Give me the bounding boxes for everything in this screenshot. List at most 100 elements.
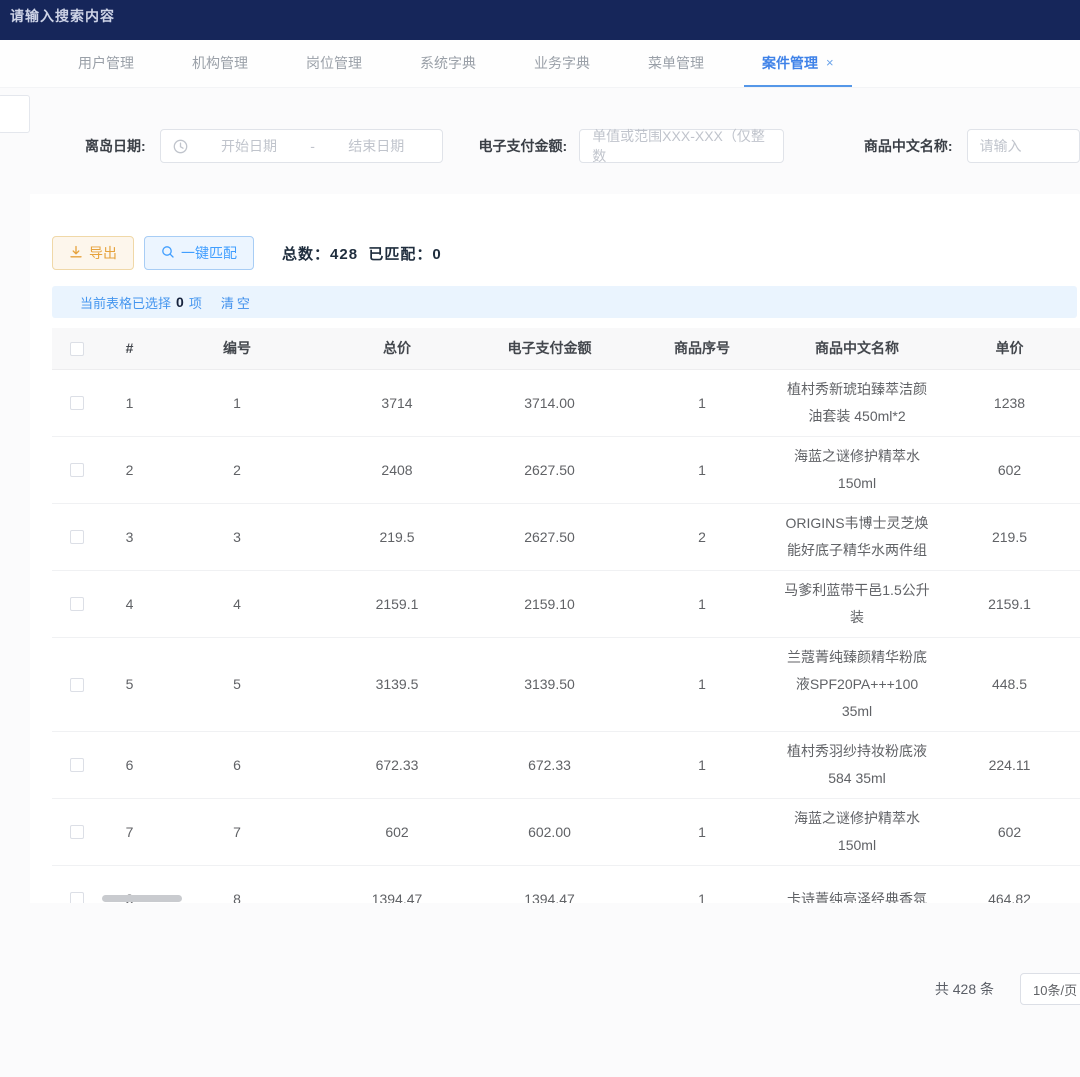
export-button[interactable]: 导出 (52, 236, 134, 270)
table-cell: 3139.5 (317, 671, 477, 698)
row-checkbox[interactable] (70, 463, 84, 477)
tab-label: 案件管理 (762, 53, 818, 73)
count-summary: 总数：428 已匹配：0 (282, 243, 442, 264)
column-header: 商品中文名称 (782, 335, 932, 362)
date-start-input[interactable]: 开始日期 (196, 136, 303, 156)
table-cell: 2159.1 (317, 591, 477, 618)
horizontal-scrollbar[interactable] (102, 895, 182, 902)
search-icon (161, 245, 175, 262)
table-row: 553139.53139.501兰蔻菁纯臻颜精华粉底液SPF20PA+++100… (52, 638, 1080, 732)
column-header: # (102, 335, 157, 362)
tab-案件管理[interactable]: 案件管理 × (744, 40, 852, 87)
table-cell: 219.5 (932, 524, 1080, 551)
table-cell: 植村秀新琥珀臻萃洁颜油套装 450ml*2 (782, 376, 932, 430)
table-row: 881394.471394.471卡诗菁纯亮泽经典香氛464.82 (52, 866, 1080, 903)
table-cell: 7 (102, 819, 157, 846)
product-name-placeholder: 请输入 (980, 136, 1022, 156)
table-cell: 602 (932, 457, 1080, 484)
selection-alert: 当前表格已选择 0 项 清空 (52, 286, 1077, 318)
date-range-picker[interactable]: 开始日期 - 结束日期 (160, 129, 443, 163)
tab-close-icon[interactable]: × (826, 55, 834, 70)
pagination: 共 428 条 10条/页 (0, 973, 1080, 1005)
tab-用户管理[interactable]: 用户管理 (60, 40, 152, 87)
row-checkbox[interactable] (70, 597, 84, 611)
table-cell: 2159.1 (932, 591, 1080, 618)
row-select-cell (52, 396, 102, 410)
row-select-cell (52, 758, 102, 772)
column-header: 编号 (157, 335, 317, 362)
table-cell: 2408 (317, 457, 477, 484)
table-row: 442159.12159.101马爹利蓝带干邑1.5公升装2159.1 (52, 571, 1080, 638)
table-cell: 兰蔻菁纯臻颜精华粉底液SPF20PA+++100 35ml (782, 644, 932, 725)
table-cell: 5 (102, 671, 157, 698)
table-row: 77602602.001海蓝之谜修护精萃水 150ml602 (52, 799, 1080, 866)
table-cell: 2 (622, 524, 782, 551)
table-header-row: #编号总价电子支付金额商品序号商品中文名称单价 (52, 328, 1080, 370)
clear-selection-link[interactable]: 清空 (221, 293, 253, 312)
page-tabs: 用户管理 机构管理 岗位管理 系统字典 业务字典 菜单管理 案件管理 × (0, 40, 1080, 88)
table-cell: 224.11 (932, 752, 1080, 779)
date-end-input[interactable]: 结束日期 (323, 136, 430, 156)
matched-label: 已匹配： (368, 246, 432, 263)
table-cell: 3 (102, 524, 157, 551)
column-header: 电子支付金额 (477, 335, 622, 362)
row-checkbox[interactable] (70, 530, 84, 544)
tab-菜单管理[interactable]: 菜单管理 (630, 40, 722, 87)
one-click-match-button[interactable]: 一键匹配 (144, 236, 254, 270)
amount-filter-label: 电子支付金额: (479, 136, 568, 156)
selection-suffix: 项 (189, 293, 202, 312)
matched-value: 0 (432, 246, 441, 263)
table-cell: 1 (622, 752, 782, 779)
amount-input[interactable]: 单值或范围XXX-XXX（仅整数 (579, 129, 784, 163)
tab-label: 系统字典 (420, 53, 476, 73)
column-header: 商品序号 (622, 335, 782, 362)
table-cell: 448.5 (932, 671, 1080, 698)
select-all-checkbox[interactable] (70, 342, 84, 356)
row-select-cell (52, 825, 102, 839)
table-cell: 1 (622, 671, 782, 698)
table-cell: 3714 (317, 390, 477, 417)
table-cell: 464.82 (932, 886, 1080, 904)
table-row: 66672.33672.331植村秀羽纱持妆粉底液584 35ml224.11 (52, 732, 1080, 799)
row-checkbox[interactable] (70, 825, 84, 839)
top-navbar: 请输入搜索内容 (0, 0, 1080, 40)
tab-业务字典[interactable]: 业务字典 (516, 40, 608, 87)
global-search-input[interactable]: 请输入搜索内容 (10, 8, 115, 24)
tab-label: 菜单管理 (648, 53, 704, 73)
table-cell: 602 (932, 819, 1080, 846)
table-cell: 1 (622, 591, 782, 618)
table-cell: 672.33 (317, 752, 477, 779)
tab-机构管理[interactable]: 机构管理 (174, 40, 266, 87)
table-cell: 1 (622, 819, 782, 846)
row-checkbox[interactable] (70, 892, 84, 903)
table-cell: 卡诗菁纯亮泽经典香氛 (782, 886, 932, 904)
table-cell: 2627.50 (477, 457, 622, 484)
tab-label: 岗位管理 (306, 53, 362, 73)
date-filter-label: 离岛日期: (85, 136, 146, 156)
product-name-input[interactable]: 请输入 (967, 129, 1080, 163)
table-cell: 4 (102, 591, 157, 618)
selection-count: 0 (176, 294, 184, 310)
row-checkbox[interactable] (70, 758, 84, 772)
table-cell: 672.33 (477, 752, 622, 779)
row-checkbox[interactable] (70, 678, 84, 692)
table-cell: 2159.10 (477, 591, 622, 618)
tab-岗位管理[interactable]: 岗位管理 (288, 40, 380, 87)
table-cell: 3139.50 (477, 671, 622, 698)
table-cell: 1238 (932, 390, 1080, 417)
page-size-value: 10条/页 (1033, 980, 1077, 999)
table-row: 2224082627.501海蓝之谜修护精萃水 150ml602 (52, 437, 1080, 504)
data-table: #编号总价电子支付金额商品序号商品中文名称单价 1137143714.001植村… (52, 328, 1080, 903)
table-row: 33219.52627.502ORIGINS韦博士灵芝焕能好底子精华水两件组21… (52, 504, 1080, 571)
table-cell: 1 (157, 390, 317, 417)
table-cell: 6 (157, 752, 317, 779)
row-select-cell (52, 892, 102, 903)
tab-系统字典[interactable]: 系统字典 (402, 40, 494, 87)
clock-icon (173, 139, 188, 154)
tab-label: 用户管理 (78, 53, 134, 73)
date-separator: - (310, 138, 315, 154)
row-checkbox[interactable] (70, 396, 84, 410)
tab-label: 业务字典 (534, 53, 590, 73)
page-size-select[interactable]: 10条/页 (1020, 973, 1080, 1005)
select-all-cell (52, 342, 102, 356)
